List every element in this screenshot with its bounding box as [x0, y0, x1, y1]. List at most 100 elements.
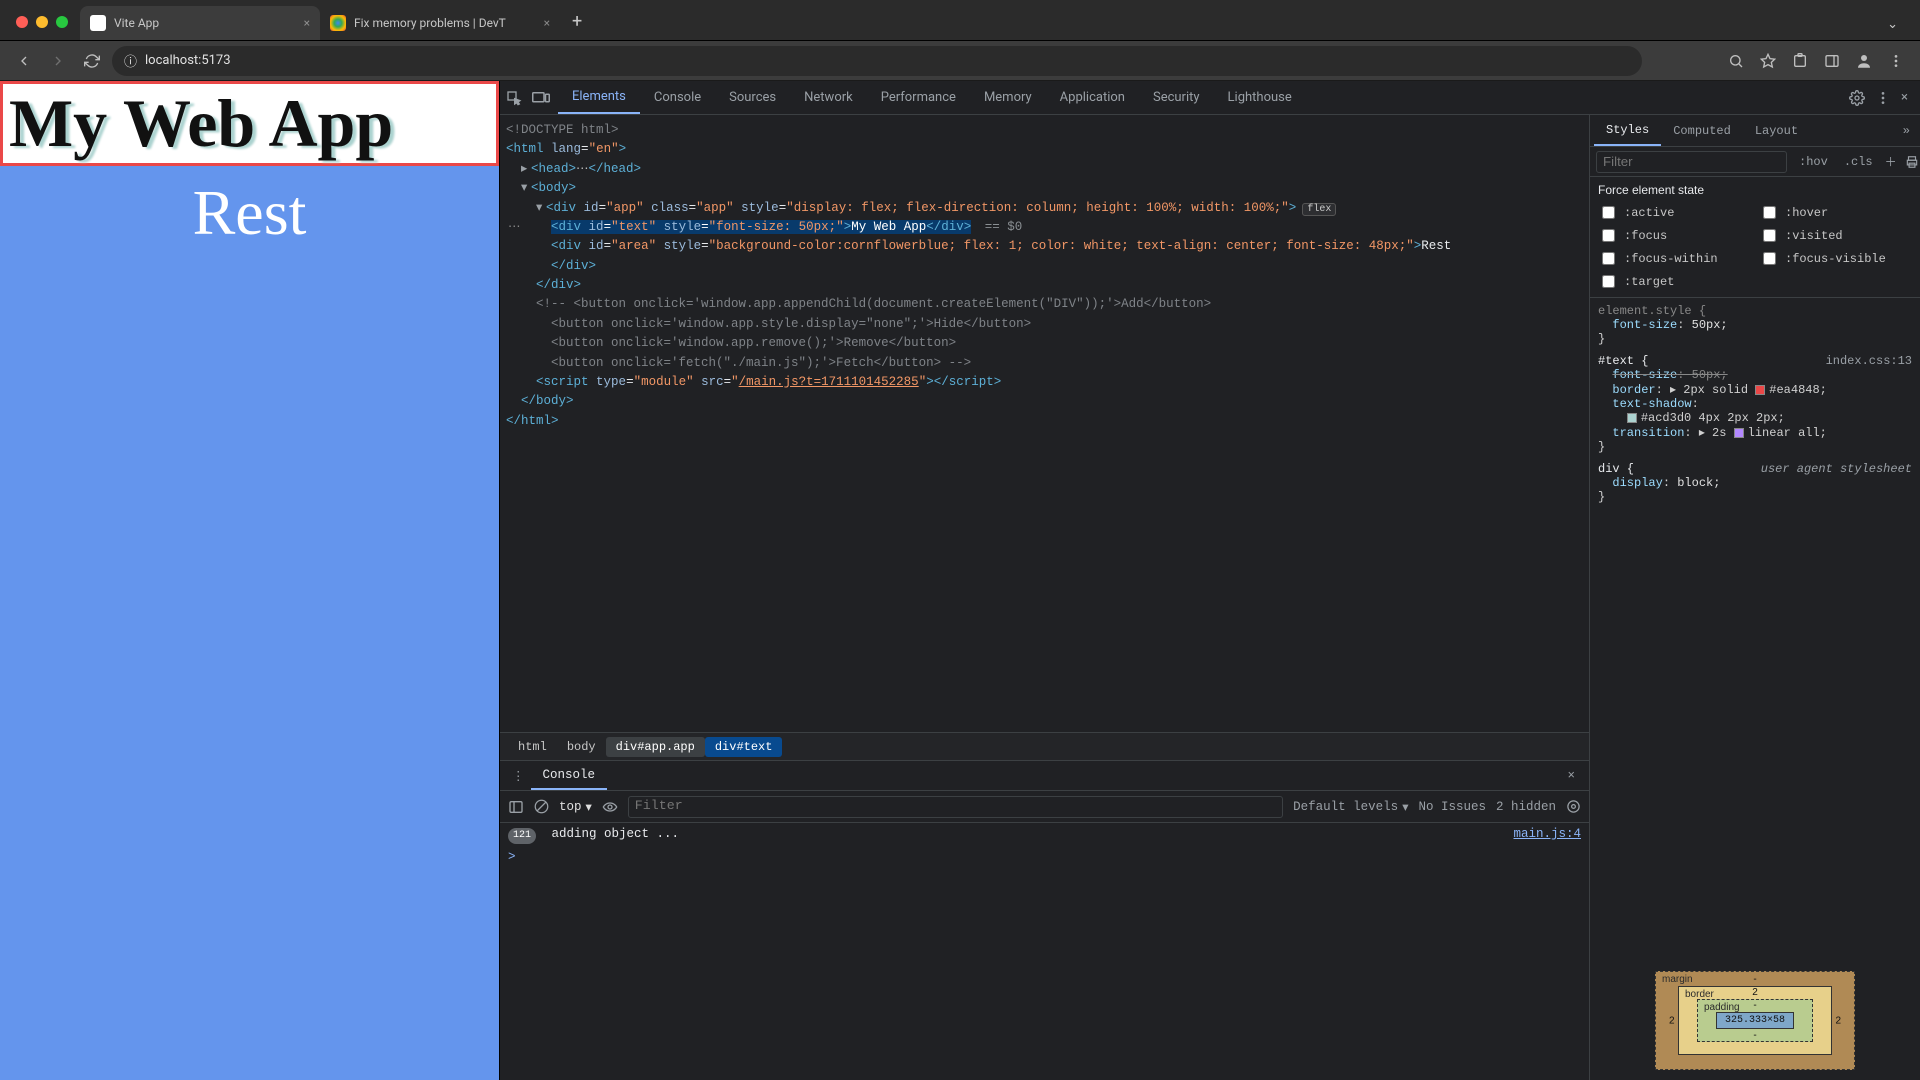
tab-console[interactable]: Console [640, 81, 715, 114]
mac-window-controls [16, 16, 68, 28]
tab-memory[interactable]: Memory [970, 81, 1046, 114]
comment-node[interactable]: <!-- <button onclick='window.app.appendC… [536, 297, 1211, 311]
crumb-app[interactable]: div#app.app [606, 737, 705, 757]
color-swatch-icon[interactable] [1755, 385, 1765, 395]
console-filter-input[interactable] [628, 796, 1283, 818]
force-element-state: Force element state :active :hover :focu… [1590, 177, 1920, 298]
drawer-menu-icon[interactable]: ⋮ [506, 768, 531, 784]
selected-dom-node[interactable]: <div id="text" style="font-size: 50px;">… [551, 220, 971, 234]
close-tab-icon[interactable]: × [544, 16, 550, 30]
tab-sources[interactable]: Sources [715, 81, 790, 114]
doctype-node[interactable]: <!DOCTYPE html> [506, 123, 619, 137]
ua-stylesheet-label: user agent stylesheet [1761, 462, 1912, 476]
new-style-rule-icon[interactable]: ＋ [1885, 153, 1897, 170]
styles-tab-styles[interactable]: Styles [1594, 115, 1661, 146]
site-info-icon[interactable]: ⓘ [124, 51, 137, 70]
bookmark-icon[interactable] [1754, 47, 1782, 75]
close-devtools-icon[interactable]: × [1901, 90, 1908, 106]
console-drawer: ⋮ Console × top ▾ Default levels ▾ No Is… [500, 760, 1589, 1080]
console-messages[interactable]: 121 adding object ... main.js:4 > [500, 823, 1589, 1080]
state-focus-within[interactable]: :focus-within [1598, 249, 1751, 268]
styles-tab-computed[interactable]: Computed [1661, 115, 1743, 146]
node-actions-icon[interactable]: ⋯ [508, 218, 521, 237]
comment-node[interactable]: <button onclick='window.app.remove();'>R… [551, 336, 956, 350]
content-size: 325.333×58 [1716, 1012, 1794, 1029]
drawer-close-icon[interactable]: × [1559, 769, 1583, 783]
bezier-swatch-icon[interactable] [1734, 428, 1744, 438]
state-hover[interactable]: :hover [1759, 203, 1912, 222]
address-bar[interactable]: ⓘ localhost:5173 [112, 46, 1642, 76]
tab-network[interactable]: Network [790, 81, 867, 114]
crumb-html[interactable]: html [508, 737, 557, 757]
color-swatch-icon[interactable] [1627, 413, 1637, 423]
device-toolbar-icon[interactable] [532, 91, 558, 105]
hov-toggle[interactable]: :hov [1795, 155, 1832, 169]
clear-console-icon[interactable] [534, 799, 549, 814]
selected-marker: == $0 [977, 220, 1022, 234]
dom-tree[interactable]: <!DOCTYPE html> <html lang="en"> ▸<head>… [500, 115, 1589, 732]
tab-lighthouse[interactable]: Lighthouse [1214, 81, 1306, 114]
settings-icon[interactable] [1849, 90, 1865, 106]
tab-elements[interactable]: Elements [558, 81, 640, 114]
comment-node[interactable]: <button onclick='window.app.style.displa… [551, 317, 1031, 331]
padding-label: padding [1704, 1002, 1740, 1013]
styles-overflow-icon[interactable]: » [1897, 124, 1916, 138]
state-target[interactable]: :target [1598, 272, 1751, 291]
forward-button[interactable] [44, 47, 72, 75]
back-button[interactable] [10, 47, 38, 75]
rule-source-link[interactable]: index.css:13 [1826, 354, 1912, 368]
tab-application[interactable]: Application [1046, 81, 1139, 114]
flex-badge[interactable]: flex [1302, 203, 1336, 216]
drawer-tab-console[interactable]: Console [531, 761, 608, 790]
state-focus-visible[interactable]: :focus-visible [1759, 249, 1912, 268]
rule-element-style[interactable]: element.style { font-size: 50px; } [1598, 304, 1912, 346]
styles-filter-input[interactable] [1596, 151, 1787, 173]
minimize-window-icon[interactable] [36, 16, 48, 28]
console-log-entry[interactable]: 121 adding object ... main.js:4 [508, 827, 1581, 844]
rule-div-ua[interactable]: user agent stylesheet div { display: blo… [1598, 462, 1912, 504]
crumb-text[interactable]: div#text [705, 737, 783, 757]
comment-node[interactable]: <button onclick='fetch("./main.js");'>Fe… [551, 356, 971, 370]
tab-overflow-icon[interactable]: ⌄ [1873, 9, 1912, 40]
close-window-icon[interactable] [16, 16, 28, 28]
page-rest-area: Rest [0, 166, 499, 1080]
box-model-diagram[interactable]: margin - border 2 2 2 padding - 325.333×… [1590, 961, 1920, 1080]
print-media-icon[interactable] [1905, 155, 1919, 169]
state-active[interactable]: :active [1598, 203, 1751, 222]
log-source-link[interactable]: main.js:4 [1513, 827, 1581, 841]
cls-toggle[interactable]: .cls [1840, 155, 1877, 169]
tab-security[interactable]: Security [1139, 81, 1214, 114]
rule-text-selector[interactable]: index.css:13 #text { font-size: 50px; bo… [1598, 354, 1912, 454]
console-sidebar-toggle-icon[interactable] [508, 799, 524, 815]
profile-icon[interactable] [1850, 47, 1878, 75]
inspect-element-icon[interactable] [506, 90, 532, 106]
live-expression-icon[interactable] [602, 801, 618, 813]
new-tab-button[interactable]: + [560, 3, 594, 40]
state-focus[interactable]: :focus [1598, 226, 1751, 245]
side-panel-icon[interactable] [1818, 47, 1846, 75]
console-context-selector[interactable]: top ▾ [559, 799, 592, 815]
styles-tab-layout[interactable]: Layout [1743, 115, 1810, 146]
dom-breadcrumbs: html body div#app.app div#text [500, 732, 1589, 760]
maximize-window-icon[interactable] [56, 16, 68, 28]
browser-tab-devtools-docs[interactable]: Fix memory problems | DevT × [320, 6, 560, 40]
styles-pane: Styles Computed Layout » :hov .cls ＋ For… [1590, 115, 1920, 1080]
css-rules-list[interactable]: element.style { font-size: 50px; } index… [1590, 298, 1920, 961]
close-tab-icon[interactable]: × [304, 16, 310, 30]
crumb-body[interactable]: body [557, 737, 606, 757]
hidden-messages[interactable]: 2 hidden [1496, 800, 1556, 814]
reload-button[interactable] [78, 47, 106, 75]
console-prompt[interactable]: > [508, 850, 1581, 864]
console-settings-icon[interactable] [1566, 799, 1581, 814]
url-text: localhost:5173 [145, 53, 231, 68]
state-visited[interactable]: :visited [1759, 226, 1912, 245]
issues-button[interactable]: No Issues [1418, 800, 1486, 814]
extensions-icon[interactable] [1786, 47, 1814, 75]
tab-performance[interactable]: Performance [867, 81, 970, 114]
repeat-count-badge: 121 [508, 828, 536, 844]
browser-tab-vite-app[interactable]: Vite App × [80, 6, 320, 40]
chrome-menu-icon[interactable] [1882, 47, 1910, 75]
log-levels-selector[interactable]: Default levels ▾ [1293, 799, 1408, 815]
zoom-icon[interactable] [1722, 47, 1750, 75]
devtools-menu-icon[interactable] [1875, 90, 1891, 106]
